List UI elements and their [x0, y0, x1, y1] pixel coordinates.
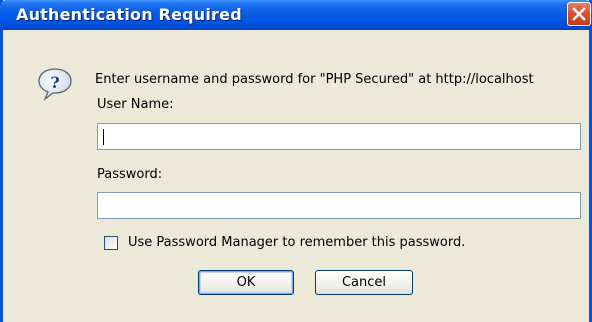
cancel-button[interactable]: Cancel [315, 270, 413, 295]
title-bar[interactable]: Authentication Required [0, 0, 592, 30]
question-speech-icon: ? [38, 68, 72, 101]
ok-button[interactable]: OK [198, 270, 294, 295]
remember-password-checkbox[interactable] [104, 236, 118, 250]
username-label: User Name: [97, 97, 174, 112]
password-field[interactable] [97, 192, 581, 219]
close-icon [572, 7, 586, 21]
auth-dialog: Authentication Required ? Enter username… [0, 0, 592, 322]
auth-prompt-text: Enter username and password for "PHP Sec… [95, 72, 534, 87]
remember-password-label[interactable]: Use Password Manager to remember this pa… [128, 235, 465, 250]
username-field[interactable] [97, 123, 581, 150]
svg-text:?: ? [50, 73, 59, 92]
window-title: Authentication Required [16, 5, 242, 24]
text-caret [103, 129, 104, 145]
close-button[interactable] [567, 2, 591, 26]
password-label: Password: [97, 167, 163, 182]
